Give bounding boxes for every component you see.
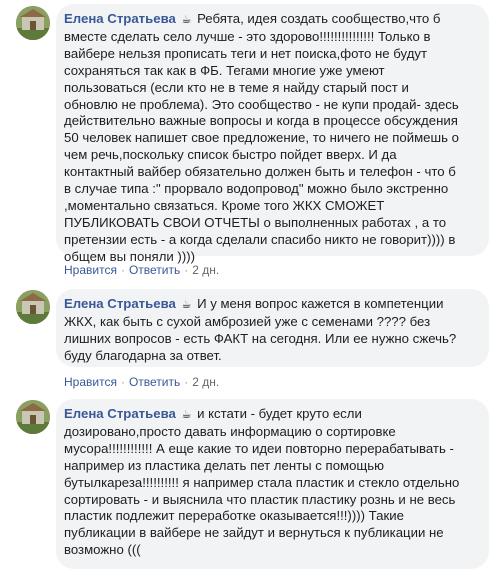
comment-text-line: действительно важные вопросы и когда в п… [64, 113, 458, 129]
comment-text-line: ЖКХ, как быть с сухой амброзией уже с се… [64, 313, 431, 329]
comment-text-line: возможно ((( [64, 542, 141, 558]
comment-bubble: Елена Стратьева ☕ И у меня вопрос кажетс… [56, 289, 489, 367]
comment-text-line: публикации в вайбере не зайдут и вернуть… [64, 525, 444, 541]
comment-author-link[interactable]: Елена Стратьева [64, 406, 176, 421]
comment-text-line: лишних вопросов - есть ФАКТ на сегодня. … [64, 330, 457, 346]
comment-text-line: вместе сделать село лучше - это здорово!… [64, 28, 431, 44]
coffee-icon: ☕ [181, 299, 192, 311]
comment-text-line: дозировано,просто давать информацию о со… [64, 423, 396, 439]
separator-dot: · [120, 263, 125, 277]
comment-text-line: претензии есть - а когда сделали спасибо… [64, 231, 456, 247]
comment-text-line: ПУБЛИКОВАТЬ СВОИ ОТЧЕТЫ о выполненных ра… [64, 214, 447, 230]
comment-text-line: И у меня вопрос кажется в компетенции [197, 296, 444, 311]
comment-actions: Нравится · Ответить · 2 дн. [64, 263, 219, 277]
comment-text-line: ,моментально связаться. Кроме того ЖКХ С… [64, 197, 385, 213]
reply-link[interactable]: Ответить [129, 375, 180, 389]
comment-text-line: и кстати - будет круто если [197, 406, 362, 421]
comment-text-line: в случае типа :" прорвало водопровод" мо… [64, 181, 449, 197]
like-link[interactable]: Нравится [64, 375, 117, 389]
like-link[interactable]: Нравится [64, 263, 117, 277]
comment-text-line: например из пластика делать пет ленты с … [64, 457, 385, 473]
separator-dot: · [120, 375, 125, 389]
comment-actions: Нравится · Ответить · 2 дн. [64, 375, 219, 389]
comment-text-line: пластик подлежит переработке оказывается… [64, 508, 404, 524]
comment-text-line: мусора!!!!!!!!!!!! А еще какие то идеи п… [64, 440, 454, 456]
comment-text-line: обновлю не проблема). Это сообщество - н… [64, 96, 459, 112]
comment-bubble: Елена Стратьева ☕ и кстати - будет круто… [56, 399, 489, 569]
comment-text-line: 50 человек напишет свое предложение, то … [64, 130, 459, 146]
avatar[interactable] [16, 400, 50, 434]
avatar-image [16, 6, 50, 40]
avatar-image [16, 290, 50, 324]
reply-link[interactable]: Ответить [129, 263, 180, 277]
coffee-icon: ☕ [181, 409, 192, 421]
comment-text-line: сортировать - и выяснила что пластик пла… [64, 491, 456, 507]
separator-dot: · [184, 263, 189, 277]
comment-author-link[interactable]: Елена Стратьева [64, 11, 176, 26]
comment-text-line: Ребята, идея создать сообщество,что б [197, 11, 441, 26]
avatar[interactable] [16, 6, 50, 40]
comment-bubble: Елена Стратьева ☕ Ребята, идея создать с… [56, 4, 489, 264]
separator-dot: · [184, 375, 189, 389]
avatar-image [16, 400, 50, 434]
comment-text-line: контактный вайбер обязательно должен быт… [64, 164, 456, 180]
coffee-icon: ☕ [181, 14, 192, 26]
comment-timestamp[interactable]: 2 дн. [192, 263, 219, 277]
comment-text-line: чем речь,поскольку список быстро пойдет … [64, 147, 397, 163]
comment-text-line: вайбере нельзя прописать теги и нет поис… [64, 45, 428, 61]
comment-author-link[interactable]: Елена Стратьева [64, 296, 176, 311]
comment-text-line: сохраняться так как в ФБ. Тегами многие … [64, 62, 385, 78]
comment-text-line: буду благодарна за ответ. [64, 347, 222, 363]
comment-timestamp[interactable]: 2 дн. [192, 375, 219, 389]
avatar[interactable] [16, 290, 50, 324]
comment-text-line: бутылкареза!!!!!!!!!! я например стала п… [64, 474, 460, 490]
comment-text-line: пользоваться (если кто не в теме я найду… [64, 79, 409, 95]
